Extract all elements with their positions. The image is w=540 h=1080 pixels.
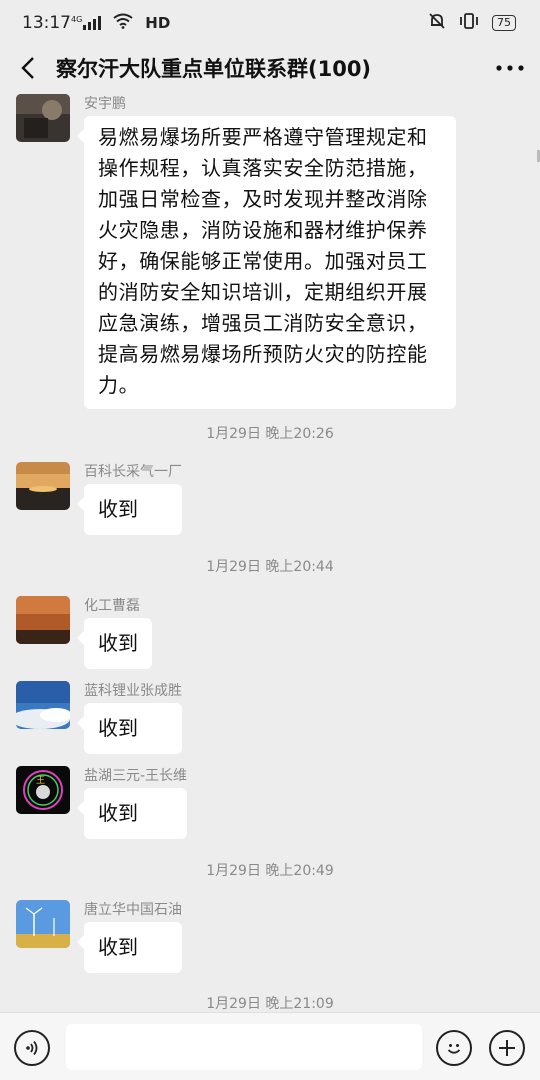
status-bar: 13:17 4G HD 75	[0, 0, 540, 46]
sender-name: 化工曹磊	[84, 598, 140, 614]
message-bubble[interactable]: 收到	[77, 484, 182, 535]
more-dots-icon[interactable]	[480, 46, 540, 90]
message-input[interactable]	[66, 1024, 422, 1070]
emoji-icon[interactable]	[436, 1030, 472, 1066]
message-bubble[interactable]: 收到	[76, 788, 188, 839]
sender-name: 盐湖三元-王长维	[84, 768, 188, 784]
back-arrow-icon[interactable]	[0, 46, 56, 90]
avatar[interactable]: 王	[16, 766, 70, 814]
message-bubble[interactable]: 收到	[77, 703, 182, 754]
message-item: 王 盐湖三元-王长维 收到	[16, 766, 188, 839]
status-time: 13:17	[22, 13, 71, 33]
avatar[interactable]	[16, 596, 70, 644]
avatar[interactable]	[16, 94, 70, 142]
battery-icon: 75	[492, 15, 516, 31]
title-bar: 察尔汗大队重点单位联系群(100)	[0, 46, 540, 90]
message-bubble[interactable]: 收到	[77, 922, 182, 973]
avatar[interactable]	[16, 900, 70, 948]
network-type: 4G	[71, 15, 83, 24]
vibrate-icon	[458, 12, 480, 35]
svg-text:王: 王	[36, 775, 45, 786]
avatar[interactable]	[16, 681, 70, 729]
voice-icon[interactable]	[14, 1030, 50, 1066]
avatar[interactable]	[16, 462, 70, 510]
timestamp: 1月29日 晚上21:09	[206, 996, 334, 1012]
sender-name: 蓝科锂业张成胜	[84, 683, 182, 699]
message-item: 蓝科锂业张成胜 收到	[16, 681, 182, 754]
sender-name: 百科长采气一厂	[84, 464, 182, 480]
sender-name: 唐立华中国石油	[84, 902, 182, 918]
plus-icon[interactable]	[489, 1030, 525, 1066]
timestamp: 1月29日 晚上20:44	[206, 559, 334, 575]
sender-name: 安宇鹏	[84, 96, 126, 112]
wifi-icon	[113, 13, 133, 34]
chat-title: 察尔汗大队重点单位联系群(100)	[56, 57, 372, 81]
timestamp: 1月29日 晚上20:26	[206, 426, 334, 442]
signal-icon: 4G	[71, 15, 102, 30]
message-bubble[interactable]: 易燃易爆场所要严格遵守管理规定和操作规程，认真落实安全防范措施，加强日常检查，及…	[77, 116, 456, 409]
hd-indicator: HD	[145, 14, 171, 32]
message-item: 化工曹磊 收到	[16, 596, 152, 669]
message-list[interactable]: 安宇鹏 易燃易爆场所要严格遵守管理规定和操作规程，认真落实安全防范措施，加强日常…	[0, 90, 540, 1012]
input-bar	[0, 1012, 540, 1080]
message-item: 安宇鹏 易燃易爆场所要严格遵守管理规定和操作规程，认真落实安全防范措施，加强日常…	[16, 94, 456, 409]
timestamp: 1月29日 晚上20:49	[206, 863, 334, 879]
mute-icon	[428, 12, 446, 35]
message-item: 百科长采气一厂 收到	[16, 462, 182, 535]
message-bubble[interactable]: 收到	[77, 618, 152, 669]
message-item: 唐立华中国石油 收到	[16, 900, 182, 973]
battery-level: 75	[497, 16, 511, 29]
chat-screen: 13:17 4G HD 75 察尔汗大队重点单位联系群(100) 安宇鹏 易燃易…	[0, 0, 540, 1080]
